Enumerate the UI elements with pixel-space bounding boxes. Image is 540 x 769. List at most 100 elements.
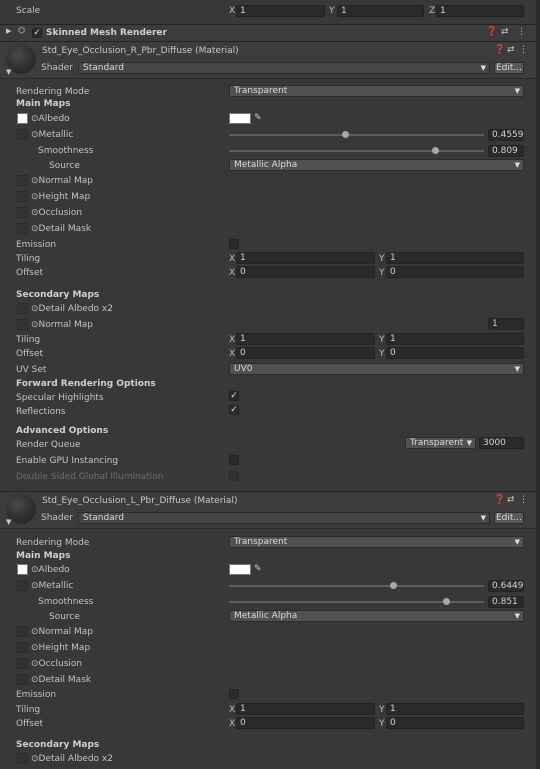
offset-x-field[interactable]: 0 <box>236 717 375 729</box>
scale-z-field[interactable]: 1 <box>436 5 524 17</box>
component-header[interactable]: ▶ ⛭ ✓ Skinned Mesh Renderer ❓ ⇄ ⋮ <box>0 24 540 42</box>
shader-dropdown[interactable]: Standard ▼ <box>78 512 490 524</box>
metallic-slider[interactable] <box>229 134 484 136</box>
scale-label: Scale <box>16 6 41 16</box>
smoothness-slider-thumb[interactable] <box>431 147 439 154</box>
metallic-slider-thumb[interactable] <box>389 582 397 589</box>
secondary-tiling-x-field[interactable]: 1 <box>236 333 375 345</box>
smoothness-slider[interactable] <box>229 150 484 152</box>
detail-albedo-label: ⊙Detail Albedo x2 <box>31 754 113 764</box>
albedo-color-swatch[interactable] <box>229 113 251 124</box>
forward-rendering-heading: Forward Rendering Options <box>16 379 156 389</box>
albedo-texture-slot[interactable] <box>17 564 28 575</box>
detail-mask-texture-slot[interactable] <box>17 223 28 234</box>
offset-y-field[interactable]: 0 <box>386 266 524 278</box>
occlusion-texture-slot[interactable] <box>17 207 28 218</box>
kebab-icon[interactable]: ⋮ <box>519 45 528 55</box>
smoothness-value-field[interactable]: 0.851 <box>488 596 524 608</box>
smoothness-slider-thumb[interactable] <box>442 598 450 605</box>
target-dot-icon: ⊙ <box>31 304 39 314</box>
render-queue-mode: Transparent <box>410 438 464 448</box>
occlusion-text: Occlusion <box>38 208 83 218</box>
metallic-value-field[interactable]: 0.45599 <box>488 129 524 141</box>
question-icon[interactable]: ❓ <box>494 495 505 505</box>
occlusion-label: ⊙Occlusion <box>31 659 82 669</box>
height-map-texture-slot[interactable] <box>17 191 28 202</box>
source-dropdown[interactable]: Metallic Alpha ▼ <box>229 610 524 622</box>
render-queue-field[interactable]: 3000 <box>479 437 524 449</box>
albedo-texture-slot[interactable] <box>17 113 28 124</box>
metallic-label: ⊙Metallic <box>31 581 73 591</box>
sliders-icon[interactable]: ⇄ <box>507 495 515 505</box>
detail-albedo-texture-slot[interactable] <box>17 303 28 314</box>
smoothness-value-field[interactable]: 0.809 <box>488 145 524 157</box>
detail-mask-texture-slot[interactable] <box>17 674 28 685</box>
double-sided-gi-checkbox <box>229 471 239 481</box>
offset-x-field[interactable]: 0 <box>236 266 375 278</box>
rendering-mode-value: Transparent <box>234 537 288 547</box>
metallic-texture-slot[interactable] <box>17 129 28 140</box>
chevron-down-icon: ▼ <box>466 439 472 447</box>
shader-dropdown[interactable]: Standard ▼ <box>78 62 490 74</box>
render-queue-dropdown[interactable]: Transparent ▼ <box>405 437 476 449</box>
specular-highlights-checkbox[interactable]: ✓ <box>229 391 239 401</box>
normal-map-texture-slot[interactable] <box>17 175 28 186</box>
edit-shader-button[interactable]: Edit... <box>494 62 524 74</box>
scale-x-axis: X <box>229 6 236 16</box>
chevron-down-icon: ▼ <box>514 365 520 373</box>
inspector-scrollbar[interactable] <box>536 0 540 769</box>
target-dot-icon: ⊙ <box>31 208 39 218</box>
reflections-checkbox[interactable]: ✓ <box>229 405 239 415</box>
foldout-arrow-icon[interactable]: ▼ <box>6 518 11 526</box>
material-header-1: ▼ Std_Eye_Occlusion_R_Pbr_Diffuse (Mater… <box>0 41 540 79</box>
offset-label: Offset <box>16 719 44 729</box>
detail-albedo-texture-slot[interactable] <box>17 753 28 764</box>
scale-y-field[interactable]: 1 <box>337 5 424 17</box>
height-map-texture-slot[interactable] <box>17 642 28 653</box>
offset-label: Offset <box>16 268 44 278</box>
rendering-mode-dropdown[interactable]: Transparent ▼ <box>229 536 524 548</box>
rendering-mode-dropdown[interactable]: Transparent ▼ <box>229 85 524 97</box>
edit-shader-button[interactable]: Edit... <box>494 512 524 524</box>
tiling-x-field[interactable]: 1 <box>236 703 375 715</box>
source-dropdown[interactable]: Metallic Alpha ▼ <box>229 159 524 171</box>
sliders-icon[interactable]: ⇄ <box>501 27 509 37</box>
secondary-offset-y-field[interactable]: 0 <box>386 347 524 359</box>
metallic-slider-thumb[interactable] <box>341 131 349 138</box>
sliders-icon[interactable]: ⇄ <box>507 45 515 55</box>
metallic-slider[interactable] <box>229 585 484 587</box>
question-icon[interactable]: ❓ <box>494 45 505 55</box>
eyedropper-icon[interactable]: ✎ <box>254 564 262 574</box>
detail-albedo-text: Detail Albedo x2 <box>38 754 113 764</box>
foldout-arrow-icon[interactable]: ▼ <box>6 68 11 76</box>
tiling-x-field[interactable]: 1 <box>236 252 375 264</box>
albedo-color-swatch[interactable] <box>229 564 251 575</box>
foldout-arrow-icon[interactable]: ▶ <box>6 27 11 35</box>
secondary-offset-x-field[interactable]: 0 <box>236 347 375 359</box>
secondary-tiling-y-field[interactable]: 1 <box>386 333 524 345</box>
component-enabled-checkbox[interactable]: ✓ <box>32 28 42 38</box>
metallic-value-field[interactable]: 0.64499 <box>488 580 524 592</box>
normal-map-texture-slot[interactable] <box>17 626 28 637</box>
eyedropper-icon[interactable]: ✎ <box>254 113 262 123</box>
occlusion-texture-slot[interactable] <box>17 658 28 669</box>
uv-set-dropdown[interactable]: UV0 ▼ <box>229 363 524 375</box>
kebab-icon[interactable]: ⋮ <box>519 495 528 505</box>
gpu-instancing-checkbox[interactable] <box>229 455 239 465</box>
height-map-label: ⊙Height Map <box>31 643 90 653</box>
shader-value: Standard <box>83 63 124 73</box>
tiling-y-field[interactable]: 1 <box>386 703 524 715</box>
metallic-texture-slot[interactable] <box>17 580 28 591</box>
tiling-y-field[interactable]: 1 <box>386 252 524 264</box>
question-icon[interactable]: ❓ <box>486 27 497 37</box>
detail-mask-text: Detail Mask <box>38 224 92 234</box>
emission-checkbox[interactable] <box>229 689 239 699</box>
secondary-normal-texture-slot[interactable] <box>17 319 28 330</box>
secondary-normal-scale-field[interactable]: 1 <box>488 318 524 330</box>
tiling-y-axis: Y <box>379 254 385 264</box>
height-map-text: Height Map <box>38 643 91 653</box>
emission-checkbox[interactable] <box>229 239 239 249</box>
kebab-icon[interactable]: ⋮ <box>517 27 526 37</box>
offset-y-field[interactable]: 0 <box>386 717 524 729</box>
scale-x-field[interactable]: 1 <box>236 5 325 17</box>
